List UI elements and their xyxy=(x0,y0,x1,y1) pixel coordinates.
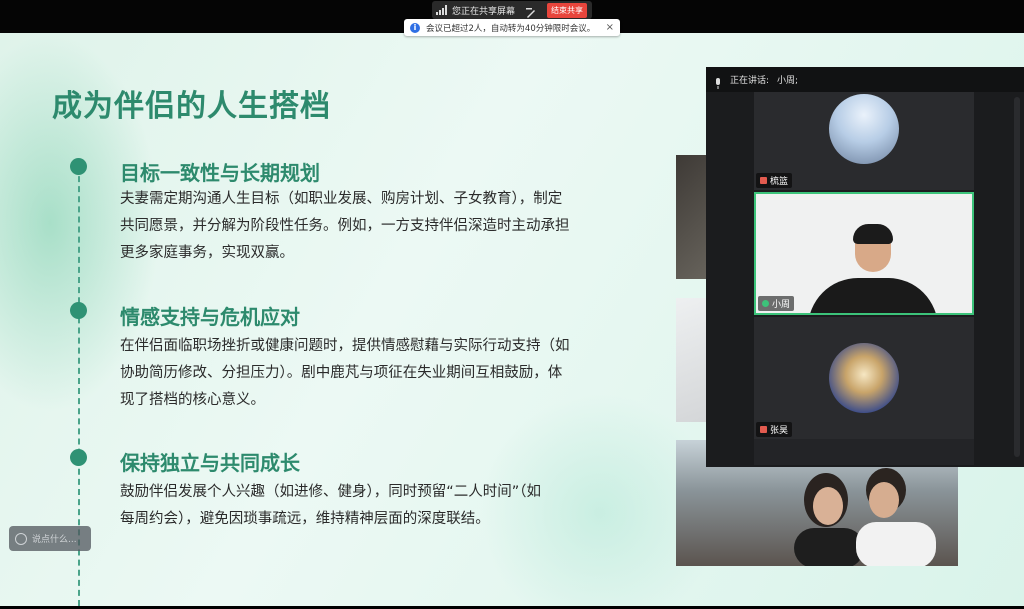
participant-tile[interactable]: 张昊 xyxy=(754,317,974,439)
chat-input[interactable]: 说点什么... xyxy=(9,526,91,551)
info-icon: i xyxy=(410,22,420,33)
close-icon[interactable]: × xyxy=(606,22,614,33)
signal-icon xyxy=(436,5,448,15)
section-body: 夫妻需定期沟通人生目标（如职业发展、购房计划、子女教育），制定 共同愿景，并分解… xyxy=(120,186,620,267)
meeting-limit-notice: i 会议已超过2人，自动转为40分钟限时会议。 × xyxy=(404,19,620,36)
section-line: 鼓励伴侣发展个人兴趣（如进修、健身），同时预留“二人时间”（如 xyxy=(120,484,542,500)
participant-name: 梳篮 xyxy=(770,177,789,187)
microphone-icon xyxy=(714,74,722,89)
timeline-dot xyxy=(70,449,87,466)
avatar xyxy=(829,94,899,164)
section-line: 每周约会），避免因琐事疏远，维持精神层面的深度联结。 xyxy=(120,511,490,527)
participant-nametag: 张昊 xyxy=(756,422,793,437)
participant-name: 小周 xyxy=(772,300,791,310)
participant-name: 张昊 xyxy=(770,426,789,436)
participant-tile[interactable]: 梳篮 xyxy=(754,92,974,190)
participant-nametag: 梳篮 xyxy=(756,173,793,188)
participant-nametag: 小周 xyxy=(758,296,795,311)
panel-scrollbar[interactable] xyxy=(1014,97,1020,457)
section-heading: 保持独立与共同成长 xyxy=(120,451,300,475)
notice-text: 会议已超过2人，自动转为40分钟限时会议。 xyxy=(426,23,596,34)
video-panel: 正在讲话: 小周; 梳篮 小周 张昊 xyxy=(706,67,1024,467)
section-line: 在伴侣面临职场挫折或健康问题时，提供情感慰藉与实际行动支持（如 xyxy=(120,338,570,354)
panel-footer xyxy=(754,439,974,465)
timeline-dot xyxy=(70,158,87,175)
chat-placeholder: 说点什么... xyxy=(32,535,77,545)
speaker-bar: 正在讲话: 小周; xyxy=(706,67,1024,92)
participant-tile-active-speaker[interactable]: 小周 xyxy=(754,192,974,315)
speaking-label: 正在讲话: xyxy=(730,76,770,86)
share-status-pill: 您正在共享屏幕 结束共享 xyxy=(432,1,592,19)
section-line: 更多家庭事务，实现双赢。 xyxy=(120,245,294,261)
stop-share-button[interactable]: 结束共享 xyxy=(547,2,588,18)
section-body: 在伴侣面临职场挫折或健康问题时，提供情感慰藉与实际行动支持（如 协助简历修改、分… xyxy=(120,333,620,414)
speaking-name: 小周; xyxy=(777,76,799,86)
section-heading: 情感支持与危机应对 xyxy=(120,305,300,329)
sharing-status-text: 您正在共享屏幕 xyxy=(452,6,516,17)
section-line: 协助简历修改、分担压力）。剧中鹿芃与项征在失业期间互相鼓励，体 xyxy=(120,365,563,381)
timeline-dot xyxy=(70,302,87,319)
mic-muted-icon xyxy=(760,177,767,184)
section-line: 现了搭档的核心意义。 xyxy=(120,392,265,408)
section-line: 夫妻需定期沟通人生目标（如职业发展、购房计划、子女教育），制定 xyxy=(120,191,563,207)
section-line: 共同愿景，并分解为阶段性任务。例如，一方支持伴侣深造时主动承担 xyxy=(120,218,570,234)
mic-muted-icon xyxy=(760,426,767,433)
section-heading: 目标一致性与长期规划 xyxy=(120,161,320,185)
section-body: 鼓励伴侣发展个人兴趣（如进修、健身），同时预留“二人时间”（如 每周约会），避免… xyxy=(120,479,620,533)
participant-video xyxy=(808,224,938,313)
slide-title: 成为伴侣的人生搭档 xyxy=(52,89,331,124)
emoji-icon[interactable] xyxy=(15,532,27,545)
mic-speaking-icon xyxy=(762,300,769,307)
avatar xyxy=(829,343,899,413)
annotate-icon[interactable] xyxy=(525,4,537,18)
